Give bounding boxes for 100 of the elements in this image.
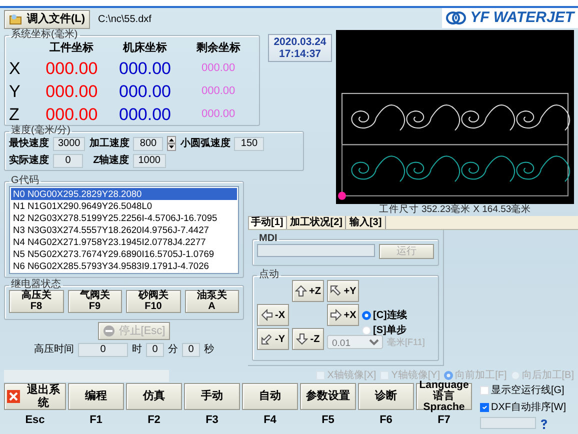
coordinate-value: 000.00 (118, 58, 172, 80)
axis-label: X (9, 58, 22, 80)
mdi-input[interactable] (257, 244, 375, 257)
option-checkbox[interactable] (480, 403, 489, 412)
arrow-icon (261, 309, 273, 321)
file-path: C:\nc\55.dxf (98, 12, 152, 26)
speed-field[interactable]: 3000 (53, 136, 86, 150)
axis-label: Y (9, 80, 22, 102)
option-label: Y轴镜像[Y] (391, 368, 440, 381)
gcode-line[interactable]: N1 N1G01X290.9649Y26.5048L0 (11, 200, 237, 212)
speed-field[interactable]: 0 (53, 154, 83, 168)
start-point-marker (338, 192, 346, 200)
unit-label: 毫米[F11] (387, 336, 425, 349)
speed-field[interactable]: 1000 (133, 154, 166, 168)
option-label: 显示空运行线[G] (491, 384, 564, 398)
function-button[interactable]: Language 语言Sprache (416, 383, 472, 410)
shortcut-label: F7 (436, 414, 452, 426)
field-label: 最快速度 (9, 136, 49, 151)
radio-label: [C]连续 (373, 308, 407, 323)
coordinate-value: 000.00 (118, 80, 172, 102)
column-header: 工件坐标 (48, 40, 95, 56)
gcode-line[interactable]: N5 N5G02X273.7674Y29.6890I16.5705J-1.0769 (11, 248, 237, 260)
tab[interactable]: 加工状况[2] (287, 216, 346, 229)
arrow-icon (295, 285, 308, 297)
shortcut-label: F5 (320, 414, 336, 426)
option-label: X轴镜像[X] (327, 368, 376, 383)
function-button[interactable]: 自动 (242, 383, 298, 410)
gcode-line[interactable]: N2 N2G03X278.5199Y25.2256I-4.5706J-16.7095 (11, 212, 237, 224)
shortcut-label: F2 (146, 414, 162, 426)
coordinate-value: 000.00 (200, 60, 236, 76)
field-label: 小圆弧速度 (180, 136, 230, 151)
function-button[interactable]: 手动 (184, 383, 240, 410)
field-label: 加工速度 (89, 136, 130, 151)
coordinate-value: 000.00 (44, 80, 99, 102)
coordinate-value: 000.00 (200, 106, 236, 122)
coordinate-value: 000.00 (44, 104, 99, 124)
size-caption: 工件尺寸 352.23毫米 X 164.53毫米 (378, 204, 532, 216)
jog-button[interactable]: +Y (327, 280, 359, 302)
shortcut-label: F6 (378, 414, 394, 426)
jog-button[interactable]: -Y (257, 328, 289, 350)
function-button[interactable]: 退出系统 (4, 383, 66, 410)
time-field: 0 (146, 342, 164, 356)
stop-icon (102, 325, 115, 337)
radio-label: [S]单步 (373, 324, 406, 337)
jog-button[interactable]: -Z (292, 328, 324, 350)
option-label: 向后加工[B] (522, 368, 574, 383)
field-label: 实际速度 (9, 153, 49, 168)
coordinate-value: 000.00 (118, 104, 172, 126)
speed-field[interactable]: 800 (133, 136, 164, 150)
function-button[interactable]: 诊断 (358, 383, 414, 410)
section-title: 点动 (258, 270, 280, 280)
gcode-line[interactable]: N4 N4G02X271.9758Y23.1945I2.0778J4.2277 (11, 236, 237, 248)
jog-button[interactable]: +X (327, 304, 359, 326)
column-header: 机床坐标 (122, 40, 168, 56)
section-title: G代码 (10, 176, 40, 186)
option-label: 向前加工[F] (455, 368, 507, 381)
field-label: 高压时间 (34, 342, 74, 357)
section-title: 继电器状态 (10, 280, 62, 290)
speed-field[interactable]: 150 (234, 136, 264, 150)
unit-label: 分 (168, 343, 178, 357)
arrow-icon (330, 309, 342, 321)
coordinate-value: 000.00 (200, 84, 236, 98)
unit-label: 时 (132, 342, 142, 357)
time-field: 0 (182, 342, 200, 356)
arrow-icon (261, 333, 273, 345)
tab[interactable]: 输入[3] (346, 216, 386, 229)
shortcut-label: F1 (88, 414, 104, 426)
function-button[interactable]: 编程 (68, 383, 124, 410)
field-label: Z轴速度 (92, 153, 130, 168)
load-file-button[interactable]: 调入文件(L) (4, 10, 90, 28)
spinner-icon (167, 136, 176, 151)
relay-button[interactable]: 砂阀关 F10 (126, 290, 180, 313)
unit-label: 秒 (204, 342, 214, 357)
close-icon (7, 390, 20, 403)
option-label: DXF自动排序[W] (491, 400, 566, 415)
relay-button[interactable]: 气阀关 F9 (68, 290, 122, 313)
gcode-line[interactable]: N6 N6G02X285.5793Y34.9583I9.1791J-4.7026 (11, 260, 237, 272)
mode-radio[interactable] (362, 311, 371, 320)
axis-label: Z (9, 104, 20, 124)
column-header: 剩余坐标 (195, 40, 242, 56)
section-title: 速度(毫米/分) (10, 126, 72, 136)
section-title: 系统坐标(毫米) (10, 30, 79, 40)
tab[interactable]: 手动[1] (248, 216, 288, 229)
gcode-line[interactable]: N3 N3G03X274.5557Y18.2620I4.9756J-7.4427 (11, 224, 237, 236)
shortcut-label: F4 (262, 414, 278, 426)
arrow-icon (330, 285, 342, 297)
logo: YF WATERJET (442, 8, 578, 28)
function-button[interactable]: 仿真 (126, 383, 182, 410)
section-title: MDI (258, 234, 278, 244)
shortcut-label: Esc (24, 414, 46, 426)
relay-button[interactable]: 油泵关 A (184, 290, 239, 313)
function-button[interactable]: 参数设置 (300, 383, 356, 410)
arrow-icon (296, 333, 308, 345)
help-icon (540, 419, 548, 429)
logo-icon (446, 11, 466, 25)
jog-button[interactable]: -X (257, 304, 289, 326)
date-time-display: 2020.03.24 17:14:37 (268, 34, 332, 62)
relay-button[interactable]: 高压关 F8 (9, 290, 64, 313)
folder-icon (9, 13, 23, 25)
jog-button[interactable]: +Z (292, 280, 324, 302)
